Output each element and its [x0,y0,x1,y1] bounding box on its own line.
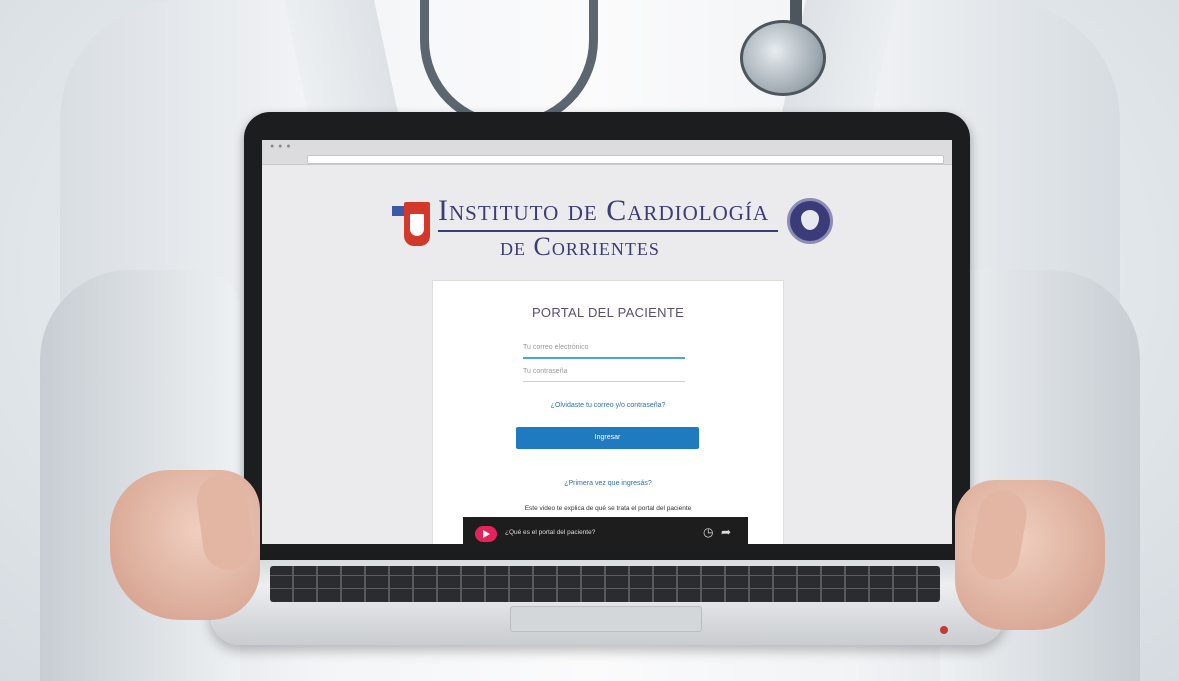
video-intro-text: Este video te explica de qué se trata el… [524,505,692,512]
logo-line-1: Instituto de Cardiología [438,194,770,227]
share-icon[interactable]: ➦ [721,525,731,539]
trackpad [510,606,702,632]
address-bar[interactable] [307,155,944,164]
keyboard-row-divider [270,575,940,576]
stethoscope-chestpiece [740,20,826,96]
heart-seal-icon [787,198,833,244]
watch-later-icon[interactable]: ◷ [703,525,713,539]
institute-logo: Instituto de Cardiología de Corrientes [382,188,852,263]
photo-background: ● ● ● Instituto de Cardiología de Corrie… [0,0,1179,681]
power-led-icon [940,626,948,634]
password-field[interactable]: Tu contraseña [523,363,685,382]
login-button[interactable]: Ingresar [516,427,699,449]
keyboard [270,566,940,602]
login-card: PORTAL DEL PACIENTE Tu correo electrónic… [432,280,784,544]
laptop-screen: ● ● ● Instituto de Cardiología de Corrie… [262,140,952,544]
laptop-keyboard-base [210,560,1005,645]
video-title: ¿Qué es el portal del paciente? [505,529,596,536]
logo-emblem-icon [392,198,432,248]
logo-line-2: de Corrientes [500,232,660,261]
login-title: PORTAL DEL PACIENTE [531,305,685,320]
forgot-credentials-link[interactable]: ¿Olvidaste tu correo y/o contraseña? [433,402,783,409]
browser-chrome: ● ● ● [262,140,952,165]
video-player[interactable]: ¿Qué es el portal del paciente? ◷ ➦ [463,517,748,544]
play-icon[interactable] [475,526,497,542]
window-controls-icon: ● ● ● [270,143,292,150]
email-field[interactable]: Tu correo electrónico [523,339,685,359]
keyboard-row-divider [270,588,940,589]
first-time-link[interactable]: ¿Primera vez que ingresás? [433,480,783,487]
